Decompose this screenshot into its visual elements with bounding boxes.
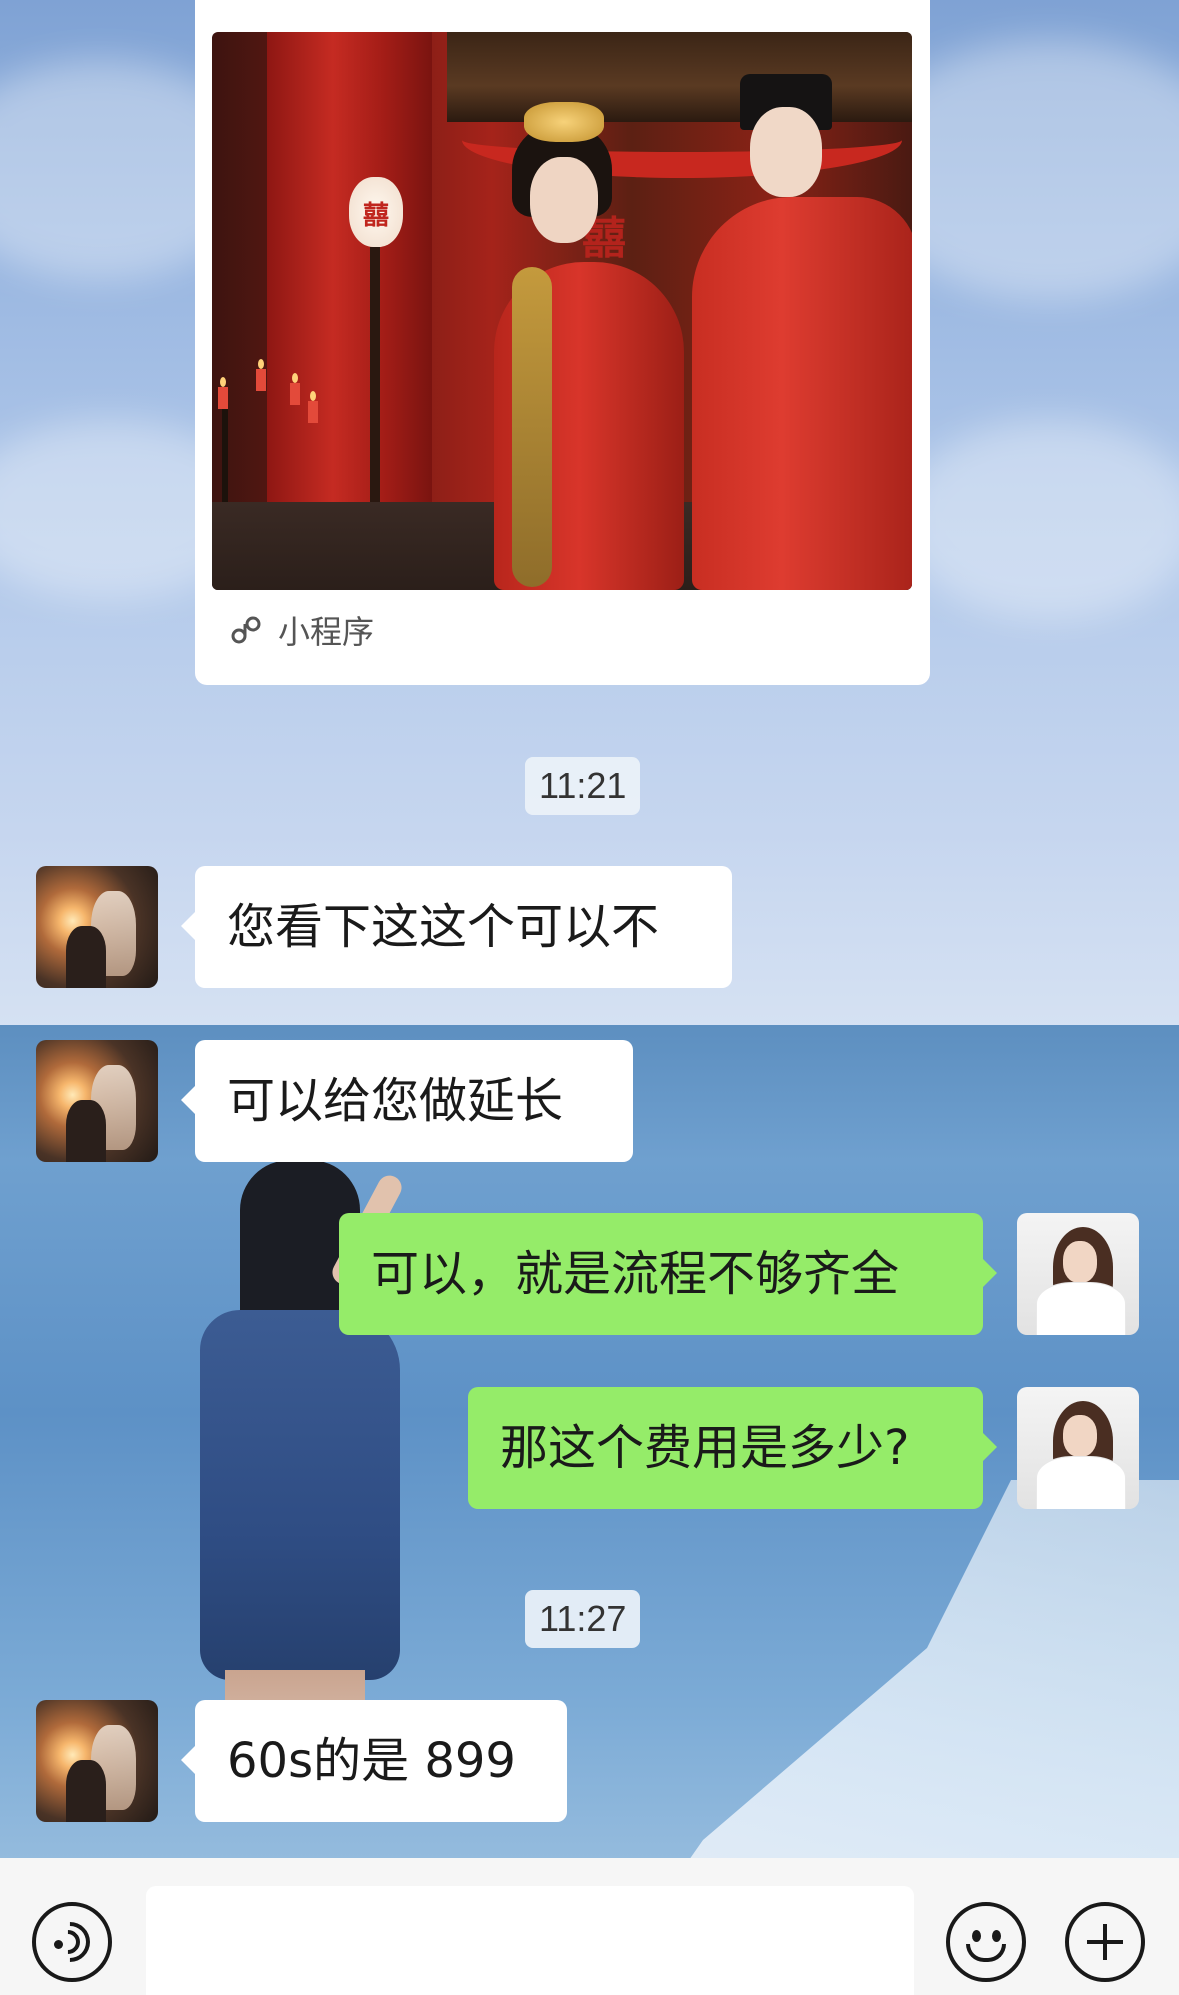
message-bubble-outgoing[interactable]: 那这个费用是多少?	[468, 1387, 997, 1509]
contact-avatar[interactable]	[36, 1040, 158, 1162]
emoji-icon[interactable]	[946, 1902, 1026, 1982]
mini-program-label: 小程序	[278, 613, 375, 651]
contact-avatar[interactable]	[36, 1700, 158, 1822]
chat-area[interactable]: 囍 囍 小程序 11:21 您看下这这个可以不 可以给您做延长 可以，就是流程不…	[0, 0, 1179, 1858]
plus-icon[interactable]	[1065, 1902, 1145, 1982]
my-avatar[interactable]	[1017, 1213, 1139, 1335]
message-bubble-incoming[interactable]: 可以给您做延长	[181, 1040, 633, 1162]
message-bubble-incoming[interactable]: 60s的是 899	[181, 1700, 567, 1822]
contact-avatar[interactable]	[36, 866, 158, 988]
lantern-image: 囍	[349, 177, 403, 247]
voice-icon[interactable]	[32, 1902, 112, 1982]
mini-program-card[interactable]: 囍 囍 小程序	[195, 0, 930, 685]
input-bar	[0, 1858, 1179, 1995]
timestamp: 11:21	[525, 757, 641, 815]
timestamp: 11:27	[525, 1590, 641, 1648]
message-input[interactable]	[146, 1886, 914, 1995]
my-avatar[interactable]	[1017, 1387, 1139, 1509]
message-bubble-outgoing[interactable]: 可以，就是流程不够齐全	[339, 1213, 997, 1335]
mini-program-footer: 小程序	[228, 610, 375, 651]
mini-program-icon	[231, 616, 261, 644]
mini-program-thumbnail[interactable]: 囍 囍	[212, 32, 912, 590]
message-bubble-incoming[interactable]: 您看下这这个可以不	[181, 866, 732, 988]
